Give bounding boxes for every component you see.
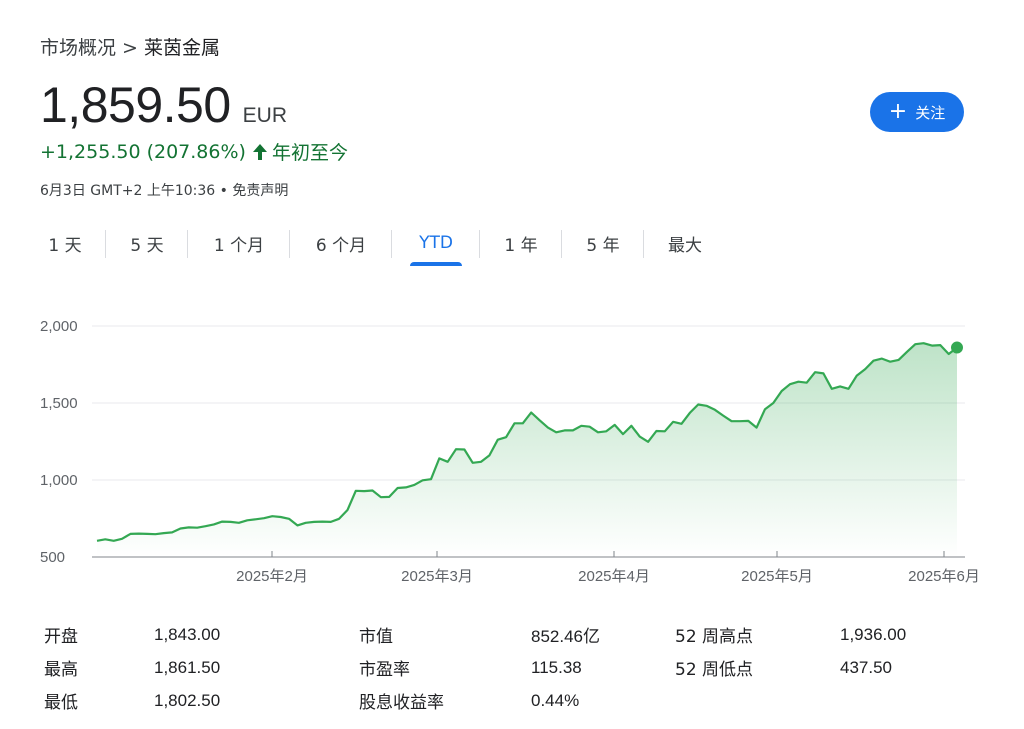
plus-icon: + [888,99,908,124]
tab-label: 最大 [668,235,702,256]
y-tick-label: 1,000 [40,472,78,489]
breadcrumb-parent-link[interactable]: 市场概况 [40,37,116,59]
tab-6-months[interactable]: 6 个月 [290,226,392,260]
tab-5-days[interactable]: 5 天 [106,226,188,260]
tab-label: 6 个月 [315,235,367,256]
y-tick-label: 1,500 [40,395,78,412]
price-change-row: +1,255.50 (207.86%) 年初至今 [40,138,348,165]
tab-1-month[interactable]: 1 个月 [188,226,290,260]
tab-5-years[interactable]: 5 年 [562,226,644,260]
x-tick-label: 2025年4月 [578,568,650,585]
stat-value-market-cap: 852.46亿 [531,627,600,646]
x-tick-label: 2025年6月 [908,568,980,585]
key-stats-table: 开盘 1,843.00 市值 852.46亿 52 周高点 1,936.00 最… [44,618,944,717]
price-chart[interactable]: 2,000 1,500 1,000 500 2025年2月 2025年3月 2025年4月… [0,300,1024,600]
y-tick-label: 500 [40,549,65,566]
active-tab-indicator [410,262,462,266]
arrow-up-icon [252,143,268,161]
stat-label-dividend-yield: 股息收益率 [359,693,444,713]
stats-row: 最高 1,861.50 市盈率 115.38 52 周低点 437.50 [44,651,944,684]
stat-label-high: 最高 [44,660,78,680]
stat-value-open: 1,843.00 [154,624,221,644]
quote-timestamp: 6月3日 GMT+2 上午10:36 • 免责声明 [40,183,289,199]
stat-label-market-cap: 市值 [359,627,393,647]
tab-1-year[interactable]: 1 年 [480,226,562,260]
time-range-tabs: 1 天 5 天 1 个月 6 个月 YTD 1 年 5 年 最大 [24,226,726,266]
breadcrumb: 市场概况 > 莱茵金属 [40,33,220,60]
tab-max[interactable]: 最大 [644,226,726,260]
tab-label: YTD [419,233,453,253]
stat-value-pe-ratio: 115.38 [531,657,582,677]
tab-label: 5 天 [130,235,164,256]
stat-value-52w-high: 1,936.00 [840,624,907,644]
x-tick-label: 2025年2月 [236,568,308,585]
latest-price-dot [951,341,963,354]
stat-value-dividend-yield: 0.44% [531,690,580,710]
price-change: +1,255.50 (207.86%) [40,140,246,163]
stat-label-pe-ratio: 市盈率 [359,660,410,680]
stat-value-high: 1,861.50 [154,657,221,677]
tab-label: 1 年 [504,235,538,256]
stat-value-52w-low: 437.50 [840,657,892,677]
stats-row: 最低 1,802.50 股息收益率 0.44% [44,684,944,717]
change-period: 年初至今 [271,142,348,164]
currency-label: EUR [242,104,287,127]
stat-label-52w-low: 52 周低点 [675,660,754,680]
tab-label: 1 个月 [213,235,265,256]
stat-label-low: 最低 [44,693,78,713]
follow-button-label: 关注 [915,103,946,122]
breadcrumb-separator: > [122,37,138,59]
x-tick-label: 2025年5月 [741,568,813,585]
tab-ytd[interactable]: YTD [392,226,480,266]
follow-button[interactable]: + 关注 [870,92,964,132]
price-area-fill [97,343,957,557]
stat-label-52w-high: 52 周高点 [675,627,754,647]
y-tick-label: 2,000 [40,318,78,335]
stats-row: 开盘 1,843.00 市值 852.46亿 52 周高点 1,936.00 [44,618,944,651]
tab-1-day[interactable]: 1 天 [24,226,106,260]
stat-label-open: 开盘 [44,627,78,647]
tab-label: 5 年 [586,235,620,256]
breadcrumb-current: 莱茵金属 [143,37,220,59]
tab-label: 1 天 [48,235,82,256]
price-row: 1,859.50 EUR [40,76,287,134]
current-price: 1,859.50 [40,77,231,133]
stat-value-low: 1,802.50 [154,690,221,710]
x-tick-label: 2025年3月 [401,568,473,585]
